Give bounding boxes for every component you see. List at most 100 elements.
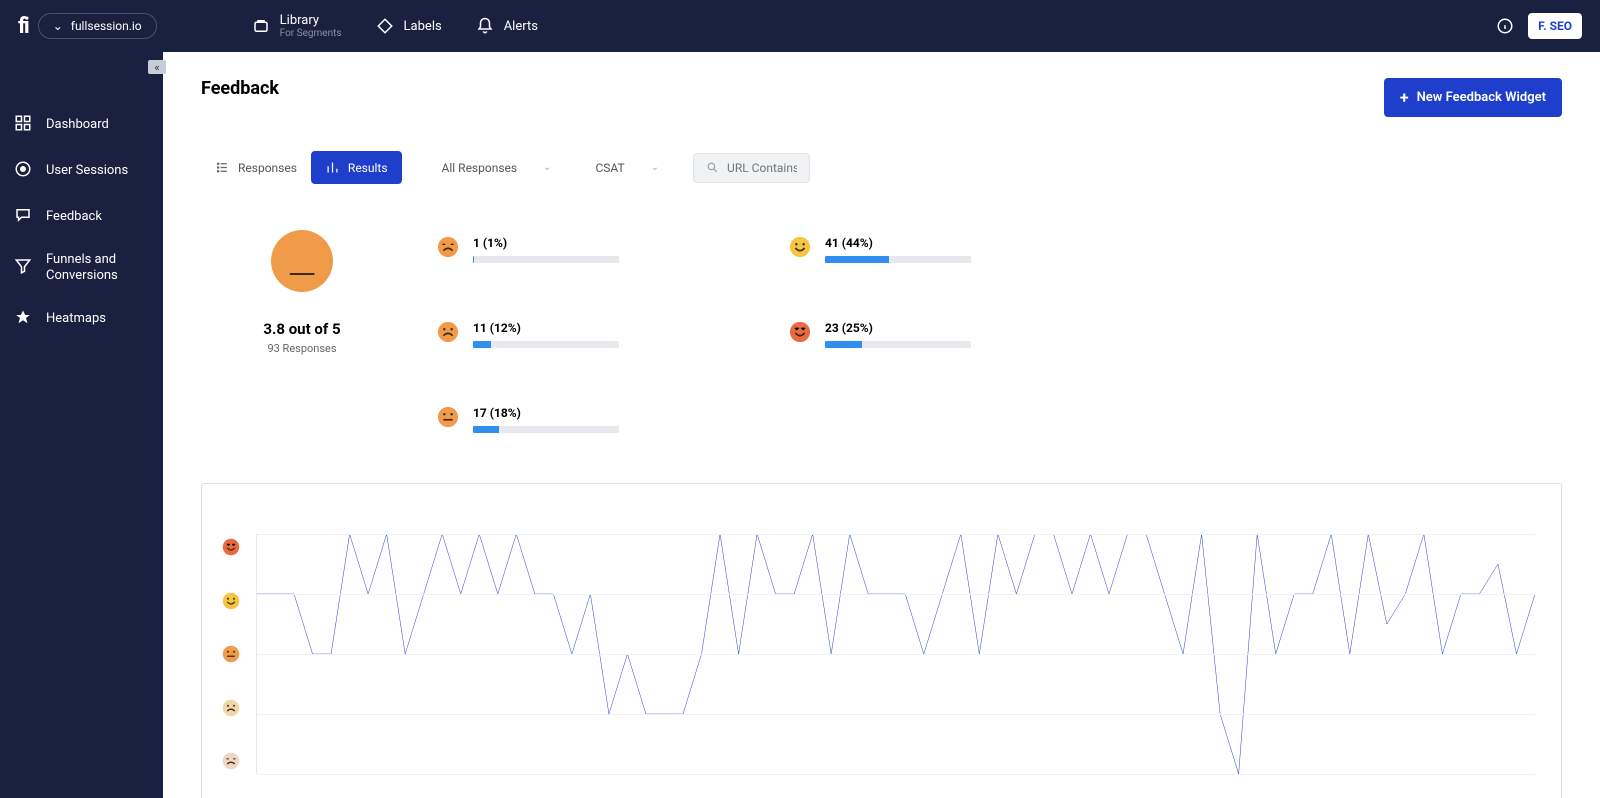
- xtick: 2023-09-20: [1443, 780, 1461, 798]
- xtick: 2023-03-10: [1114, 780, 1132, 798]
- xtick: 2022-08-19: [822, 780, 840, 798]
- face-level-2-icon: [437, 321, 459, 343]
- xtick: 2022-10-09: [877, 780, 895, 798]
- dist-label: 17 (18%): [473, 406, 619, 420]
- xtick: 2022-10-23: [895, 780, 913, 798]
- face-level-1-icon: [437, 236, 459, 258]
- topnav-alerts[interactable]: Alerts: [476, 13, 538, 39]
- xtick: 2023-08-16: [1407, 780, 1425, 798]
- xtick: 2023-02-18: [1078, 780, 1096, 798]
- topnav-labels[interactable]: Labels: [376, 13, 442, 39]
- sidebar-item-label: Funnels and Conversions: [46, 252, 149, 285]
- xtick: 2023-09-25: [1498, 780, 1516, 798]
- xtick: 2023-06-24: [1334, 780, 1352, 798]
- yaxis-face-4-icon: [222, 592, 240, 610]
- xtick: 2023-03-31: [1206, 780, 1224, 798]
- funnel-icon: [14, 257, 32, 279]
- url-search-input[interactable]: [727, 161, 797, 175]
- topnav-library-label: Library: [280, 13, 319, 28]
- xtick: 2023-08-15: [1388, 780, 1406, 798]
- xtick: 2023-05-30: [1279, 780, 1297, 798]
- xtick: 2022-12-14: [1005, 780, 1023, 798]
- dist-row-level-1: 1 (1%): [437, 236, 619, 263]
- filter-all-responses[interactable]: All Responses ⌄: [426, 153, 568, 183]
- filter-all-responses-label: All Responses: [442, 161, 518, 175]
- xtick: 2022-04-20: [694, 780, 712, 798]
- sidebar-item-dashboard[interactable]: Dashboard: [0, 102, 163, 148]
- xtick: 2022-02-12: [493, 780, 511, 798]
- topbar-right: F. SEO: [1496, 13, 1582, 39]
- filter-csat[interactable]: CSAT ⌄: [579, 153, 675, 183]
- dist-label: 41 (44%): [825, 236, 971, 250]
- xtick: 2022-02-06: [475, 780, 493, 798]
- xtick: 2022-06-11: [749, 780, 767, 798]
- sidebar-collapse[interactable]: «: [148, 60, 166, 74]
- topnav-library-sub: For Segments: [280, 28, 342, 39]
- xtick: 2021-12-27: [293, 780, 311, 798]
- svg-text:❤: ❤: [795, 327, 800, 333]
- xtick: 2022-01-01: [311, 780, 329, 798]
- sidebar: « DashboardUser Sessions Feedback Funnels …: [0, 52, 163, 798]
- sidebar-item-funnels[interactable]: Funnels and Conversions: [0, 240, 163, 297]
- tag-icon: [376, 17, 394, 35]
- yaxis-face-3-icon: [222, 645, 240, 663]
- user-badge[interactable]: F. SEO: [1528, 13, 1582, 39]
- xtick: 2022-11-30: [950, 780, 968, 798]
- xtick: 2023-03-12: [1133, 780, 1151, 798]
- sidebar-item-feedback[interactable]: Feedback: [0, 194, 163, 240]
- xtick: 2022-02-23: [530, 780, 548, 798]
- xtick: 2023-01-11: [1041, 780, 1059, 798]
- face-level-5-icon: ❤❤: [789, 321, 811, 343]
- xtick: 2022-12-13: [987, 780, 1005, 798]
- xtick: 2022-01-17: [347, 780, 365, 798]
- dist-label: 11 (12%): [473, 321, 619, 335]
- dist-row-level-2: 11 (12%): [437, 321, 619, 348]
- dist-bar: [825, 256, 971, 263]
- chart-plot: [256, 534, 1535, 774]
- bell-icon: [476, 17, 494, 35]
- tab-responses[interactable]: Responses: [201, 151, 311, 184]
- url-search[interactable]: [693, 153, 810, 183]
- xtick: 2022-02-04: [439, 780, 457, 798]
- xtick: 2022-06-14: [786, 780, 804, 798]
- tab-results-label: Results: [348, 161, 388, 175]
- site-selector[interactable]: ⌄ fullsession.io: [38, 13, 157, 39]
- svg-text:❤: ❤: [232, 542, 236, 548]
- tab-results[interactable]: Results: [311, 151, 402, 184]
- dist-label: 23 (25%): [825, 321, 971, 335]
- xtick: 2023-08-18: [1425, 780, 1443, 798]
- top-nav: Library For Segments Labels Alerts: [252, 13, 538, 39]
- tab-responses-label: Responses: [238, 161, 297, 175]
- overall-score: 3.8 out of 5: [237, 320, 367, 338]
- chevron-down-icon: ⌄: [543, 162, 551, 173]
- dist-row-level-5: ❤❤ 23 (25%): [789, 321, 971, 348]
- filters-row: Responses Results All Responses ⌄ CSAT ⌄: [201, 151, 1562, 184]
- search-icon: [706, 161, 719, 174]
- info-icon[interactable]: [1496, 17, 1514, 35]
- dist-bar: [473, 256, 619, 263]
- topnav-library[interactable]: Library For Segments: [252, 13, 342, 39]
- xtick: 2022-03-01: [567, 780, 585, 798]
- dist-row-level-3: 17 (18%): [437, 406, 619, 433]
- new-feedback-widget-button[interactable]: + New Feedback Widget: [1384, 78, 1562, 117]
- xtick: 2023-09-27: [1516, 780, 1534, 798]
- xtick: 2022-12-06: [968, 780, 986, 798]
- xtick: 2022-03-02: [585, 780, 603, 798]
- xtick: 2022-02-05: [457, 780, 475, 798]
- topbar: fi ⌄ fullsession.io Library For Segments…: [0, 0, 1600, 52]
- new-button-label: New Feedback Widget: [1417, 90, 1546, 105]
- xtick: 2023-03-22: [1151, 780, 1169, 798]
- summary: 3.8 out of 5 93 Responses 1 (1%)11 (12%)…: [201, 230, 1562, 433]
- dist-row-level-4: 41 (44%): [789, 236, 971, 263]
- xtick: 2023-09-24: [1480, 780, 1498, 798]
- page-title: Feedback: [201, 78, 279, 99]
- xtick: 2023-07-03: [1352, 780, 1370, 798]
- sidebar-item-heatmaps[interactable]: Heatmaps: [0, 297, 163, 343]
- xtick: 2023-03-30: [1188, 780, 1206, 798]
- plus-icon: +: [1400, 88, 1409, 107]
- xtick: 2022-10-26: [914, 780, 932, 798]
- xtick: 2023-08-05: [1370, 780, 1388, 798]
- xtick: 2023-03-05: [1096, 780, 1114, 798]
- sidebar-item-label: Feedback: [46, 209, 102, 225]
- sidebar-item-user-sessions[interactable]: User Sessions: [0, 148, 163, 194]
